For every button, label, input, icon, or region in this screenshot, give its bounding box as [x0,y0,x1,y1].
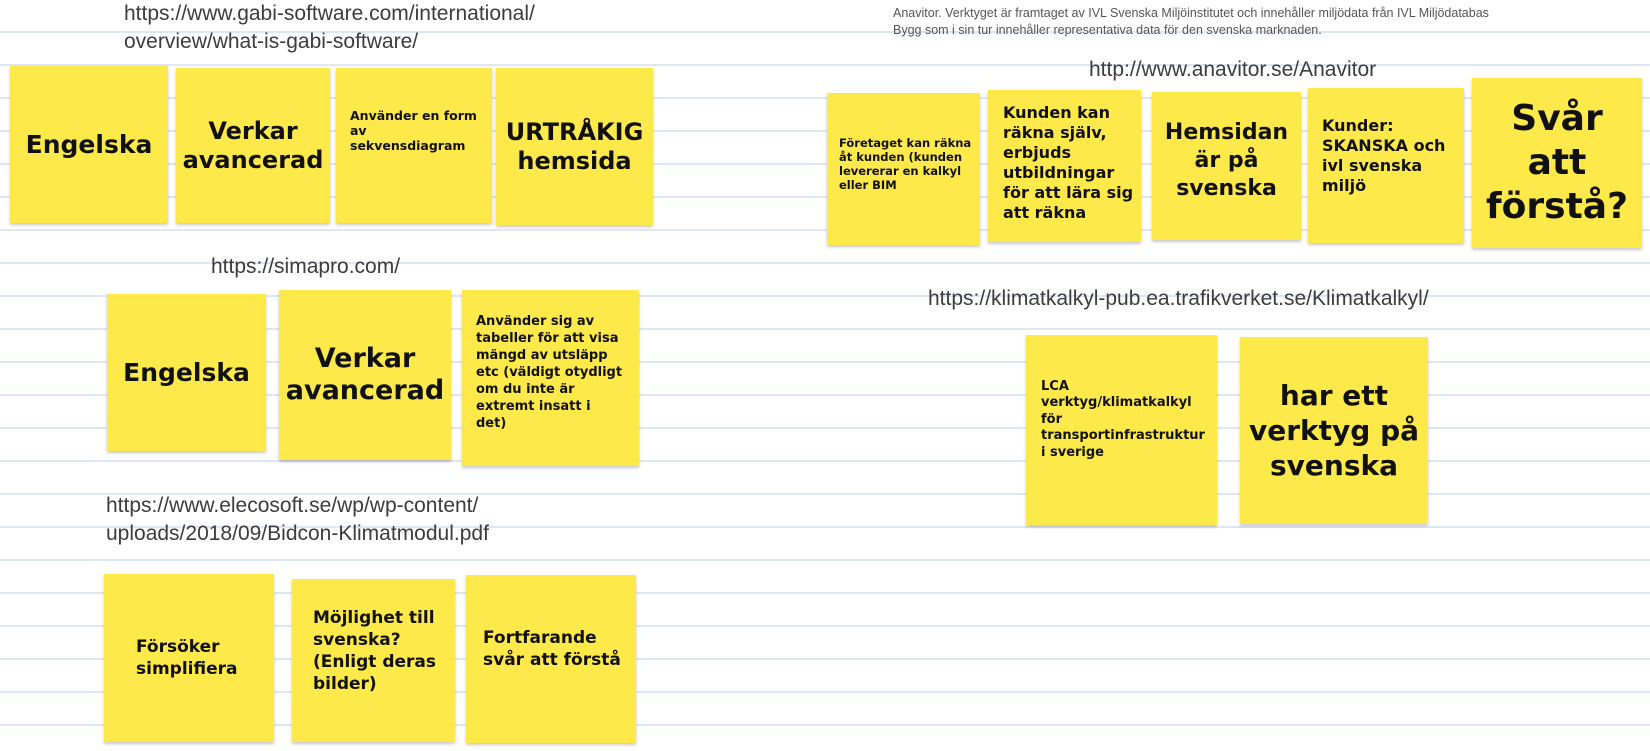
anavitor-url-line: http://www.anavitor.se/Anavitor [1089,58,1377,81]
klimatkalkyl-note-har-ett-verktyg-text: har ett verktyg på svenska [1248,379,1420,482]
klimatkalkyl-note-lca-verktyg-text: LCA verktyg/klimatkalkyl för transportin… [1041,378,1205,460]
anavitor-description-line-1: Anavitor. Verktyget är framtaget av IVL … [893,6,1489,20]
anavitor-note-foretaget-raknar-text: Företaget kan räkna åt kunden (kunden le… [839,136,972,192]
anavitor-note-hemsidan-svenska[interactable]: Hemsidan är på svenska [1152,92,1301,240]
gabi-note-urtrakig-hemsida[interactable]: URTRÅKIG hemsida [496,68,653,225]
simapro-note-verkar-avancerad-text: Verkar avancerad [285,343,445,406]
whiteboard-canvas[interactable]: https://www.gabi-software.com/internatio… [0,0,1650,751]
klimatkalkyl-note-lca-verktyg[interactable]: LCA verktyg/klimatkalkyl för transportin… [1026,335,1217,525]
simapro-note-engelska[interactable]: Engelska [107,294,266,451]
anavitor-url-link[interactable]: http://www.anavitor.se/Anavitor [1089,56,1376,84]
bidcon-url-line-2: uploads/2018/09/Bidcon-Klimatmodul.pdf [106,522,489,545]
gabi-note-engelska[interactable]: Engelska [10,66,168,223]
gabi-note-sekvensdiagram[interactable]: Använder en form av sekvensdiagram [336,68,492,223]
gabi-note-engelska-text: Engelska [25,129,153,159]
simapro-note-tabeller[interactable]: Använder sig av tabeller för att visa mä… [462,290,639,466]
simapro-note-tabeller-text: Använder sig av tabeller för att visa mä… [476,313,623,431]
gabi-note-urtrakig-hemsida-text: URTRÅKIG hemsida [505,117,644,175]
bidcon-note-mojlighet-svenska-text: Möjlighet till svenska? (Enligt deras bi… [313,607,437,694]
anavitor-description: Anavitor. Verktyget är framtaget av IVL … [893,5,1489,39]
simapro-url-line: https://simapro.com/ [211,255,401,278]
simapro-note-verkar-avancerad[interactable]: Verkar avancerad [279,290,451,460]
klimatkalkyl-note-har-ett-verktyg[interactable]: har ett verktyg på svenska [1240,337,1428,524]
gabi-note-verkar-avancerad[interactable]: Verkar avancerad [176,68,330,223]
anavitor-note-kunden-kan-rakna-text: Kunden kan räkna själv, erbjuds utbildni… [1003,103,1134,222]
anavitor-note-kunder-skanska-text: Kunder: SKANSKA och ivl svenska miljö [1322,115,1446,195]
anavitor-note-kunder-skanska[interactable]: Kunder: SKANSKA och ivl svenska miljö [1308,88,1464,243]
bidcon-url-line-1: https://www.elecosoft.se/wp/wp-content/ [106,494,479,517]
gabi-url-line-2: overview/what-is-gabi-software/ [124,30,419,53]
bidcon-note-fortfarande-svar-text: Fortfarande svår att förstå [483,628,621,670]
anavitor-note-kunden-kan-rakna[interactable]: Kunden kan räkna själv, erbjuds utbildni… [988,90,1141,242]
anavitor-description-line-2: Bygg som i sin tur innehåller representa… [893,23,1322,37]
bidcon-note-forsoker-simplifiera-text: Försöker simplifiera [136,637,238,679]
klimatkalkyl-url-link[interactable]: https://klimatkalkyl-pub.ea.trafikverket… [928,285,1429,313]
anavitor-note-svar-att-forsta-text: Svår att förstå? [1486,98,1628,227]
anavitor-note-svar-att-forsta[interactable]: Svår att förstå? [1472,78,1642,248]
gabi-url-line-1: https://www.gabi-software.com/internatio… [124,2,535,25]
bidcon-url-link[interactable]: https://www.elecosoft.se/wp/wp-content/ … [106,492,489,548]
simapro-url-link[interactable]: https://simapro.com/ [211,253,400,281]
anavitor-note-hemsidan-svenska-text: Hemsidan är på svenska [1164,120,1289,201]
bidcon-note-fortfarande-svar[interactable]: Fortfarande svår att förstå [466,575,636,743]
klimatkalkyl-url-line: https://klimatkalkyl-pub.ea.trafikverket… [928,287,1429,310]
anavitor-note-foretaget-raknar[interactable]: Företaget kan räkna åt kunden (kunden le… [827,93,980,245]
gabi-note-verkar-avancerad-text: Verkar avancerad [182,116,324,174]
bidcon-note-mojlighet-svenska[interactable]: Möjlighet till svenska? (Enligt deras bi… [292,579,455,742]
gabi-note-sekvensdiagram-text: Använder en form av sekvensdiagram [350,108,477,153]
bidcon-note-forsoker-simplifiera[interactable]: Försöker simplifiera [104,574,274,742]
simapro-note-engelska-text: Engelska [123,357,250,387]
gabi-url-link[interactable]: https://www.gabi-software.com/internatio… [124,0,535,56]
